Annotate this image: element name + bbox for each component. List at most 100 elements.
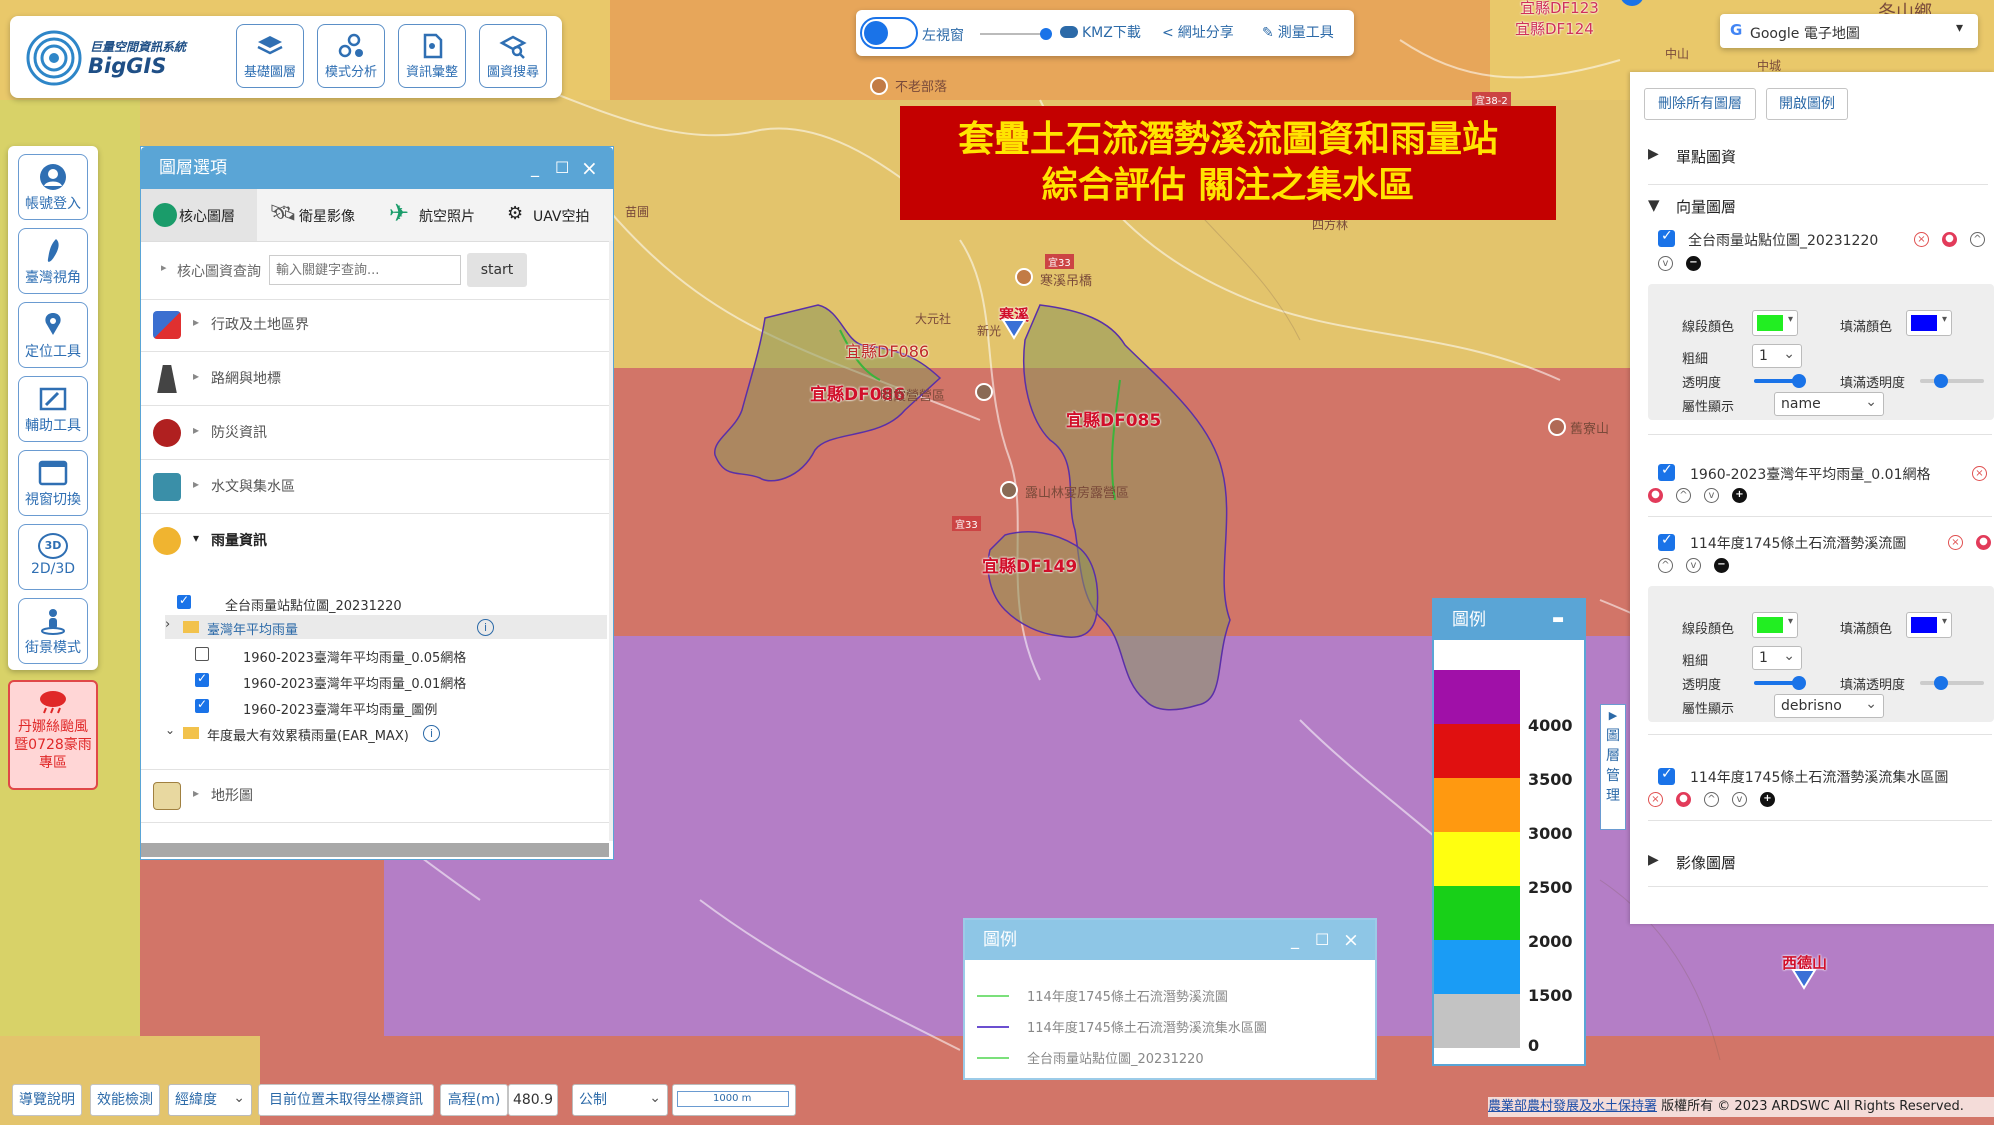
- typhoon-special-button[interactable]: 丹娜絲颱風暨0728豪雨專區: [8, 680, 98, 790]
- close-icon[interactable]: ×: [581, 147, 598, 189]
- move-up-icon[interactable]: ^: [1676, 488, 1691, 503]
- sidebar-window-switch-button[interactable]: 視窗切換: [18, 450, 88, 516]
- camp-marker-icon[interactable]: [1000, 481, 1018, 499]
- move-up-icon[interactable]: ^: [1704, 792, 1719, 807]
- collapse-settings-icon[interactable]: −: [1686, 256, 1701, 271]
- sidebar-login-button[interactable]: 帳號登入: [18, 154, 88, 220]
- layer-color-icon[interactable]: ●: [1676, 792, 1691, 807]
- opacity-slider[interactable]: [980, 28, 1052, 40]
- category-rainfall[interactable]: ▾ 雨量資訊: [141, 515, 609, 567]
- single-point-section[interactable]: ▶ 單點圖資: [1648, 144, 1988, 185]
- move-down-icon[interactable]: v: [1658, 256, 1673, 271]
- layer3-fill-opacity-slider[interactable]: [1920, 676, 1984, 690]
- layer-color-icon[interactable]: ●: [1942, 232, 1957, 247]
- measure-tool-button[interactable]: ✎ 測量工具: [1262, 22, 1334, 42]
- delete-all-layers-button[interactable]: 刪除所有圖層: [1644, 88, 1756, 120]
- basemap-select[interactable]: G Google 電子地圖 ▾: [1720, 14, 1978, 48]
- layer3-fill-color-picker[interactable]: ▾: [1906, 612, 1952, 638]
- layer1-opacity-slider[interactable]: [1754, 374, 1806, 388]
- remove-layer-icon[interactable]: ×: [1972, 466, 1987, 481]
- layer-options-header[interactable]: 圖層選項 _ ☐ ×: [141, 147, 613, 189]
- move-down-icon[interactable]: v: [1686, 558, 1701, 573]
- layer1-fill-color-picker[interactable]: ▾: [1906, 310, 1952, 336]
- performance-check-button[interactable]: 效能檢測: [90, 1084, 160, 1116]
- sidebar-streetview-button[interactable]: 街景模式: [18, 598, 88, 664]
- category-terrain[interactable]: ▸ 地形圖: [141, 769, 609, 823]
- category-hydrology[interactable]: ▸ 水文與集水區: [141, 461, 609, 514]
- kmz-download-button[interactable]: KMZ下載: [1060, 22, 1141, 42]
- folder-annual-rain-row[interactable]: › 臺灣年平均雨量 i: [165, 615, 607, 639]
- maximize-icon[interactable]: ☐: [1315, 920, 1329, 960]
- open-legend-button[interactable]: 開啟圖例: [1766, 88, 1848, 120]
- expand-settings-icon[interactable]: +: [1732, 488, 1747, 503]
- core-search-start-button[interactable]: start: [467, 253, 527, 287]
- toolbar-search-map-button[interactable]: 圖資搜尋: [479, 24, 547, 88]
- minimize-icon[interactable]: ▬: [1552, 600, 1564, 640]
- rain-legend-header[interactable]: 圖例 ▬: [1434, 600, 1584, 640]
- poi-marker-icon[interactable]: [870, 77, 888, 95]
- toolbar-report-button[interactable]: 資訊彙整: [398, 24, 466, 88]
- toolbar-base-layers-button[interactable]: 基礎圖層: [236, 24, 304, 88]
- tab-aerial-photo[interactable]: ✈ 航空照片: [381, 189, 493, 241]
- category-disaster[interactable]: ▸ 防災資訊: [141, 407, 609, 460]
- copyright-agency-link[interactable]: 農業部農村發展及水土保持署: [1488, 1099, 1657, 1114]
- layer-manager-side-tab[interactable]: ▶ 圖層管理: [1600, 704, 1626, 830]
- unit-select[interactable]: 公制: [572, 1083, 668, 1116]
- minimize-icon[interactable]: _: [531, 147, 539, 189]
- layer-color-icon[interactable]: ●: [1648, 488, 1663, 503]
- sidebar-2d3d-button[interactable]: 3D 2D/3D: [18, 524, 88, 590]
- grid005-checkbox[interactable]: [195, 647, 209, 661]
- remove-layer-icon[interactable]: ×: [1948, 535, 1963, 550]
- image-layers-section[interactable]: ▶ 影像圖層: [1648, 850, 1988, 887]
- remove-layer-icon[interactable]: ×: [1648, 792, 1663, 807]
- layer1-fill-opacity-slider[interactable]: [1920, 374, 1984, 388]
- sidebar-taiwan-view-button[interactable]: 臺灣視角: [18, 228, 88, 294]
- layer3-opacity-slider[interactable]: [1754, 676, 1806, 690]
- layer1-attr-select[interactable]: name: [1774, 391, 1884, 416]
- coordinate-type-select[interactable]: 經緯度: [168, 1083, 252, 1116]
- maximize-icon[interactable]: ☐: [555, 147, 569, 189]
- vector-layers-section[interactable]: ▼ 向量圖層: [1648, 194, 1988, 222]
- sidebar-tools-button[interactable]: 輔助工具: [18, 376, 88, 442]
- grid001-checkbox[interactable]: [195, 671, 209, 687]
- poi-marker-icon[interactable]: [1015, 268, 1033, 286]
- layer-legend-header[interactable]: 圖例 _ ☐ ×: [965, 920, 1375, 960]
- category-admin-boundary[interactable]: ▸ 行政及土地區界: [141, 299, 609, 352]
- rain-legend-checkbox[interactable]: [195, 697, 209, 713]
- layer3-checkbox[interactable]: [1658, 532, 1675, 551]
- collapse-settings-icon[interactable]: −: [1714, 558, 1729, 573]
- category-road-landmark[interactable]: ▸ 路網與地標: [141, 353, 609, 406]
- station-layer-checkbox[interactable]: [177, 593, 191, 609]
- close-icon[interactable]: ×: [1343, 920, 1359, 960]
- layer3-thickness-select[interactable]: 1: [1752, 645, 1802, 670]
- move-up-icon[interactable]: ^: [1970, 232, 1985, 247]
- tab-uav[interactable]: ⚙ UAV空拍: [499, 189, 611, 241]
- move-down-icon[interactable]: v: [1732, 792, 1747, 807]
- info-icon[interactable]: i: [423, 725, 440, 742]
- expand-settings-icon[interactable]: +: [1760, 792, 1775, 807]
- tab-satellite[interactable]: 🛰 衛星影像: [263, 189, 375, 241]
- layer2-checkbox[interactable]: [1658, 462, 1675, 481]
- mountain-marker-icon[interactable]: [1548, 418, 1566, 436]
- layer4-checkbox[interactable]: [1658, 766, 1675, 785]
- horizontal-scrollbar[interactable]: [141, 843, 609, 857]
- remove-layer-icon[interactable]: ×: [1914, 232, 1929, 247]
- guide-button[interactable]: 導覽說明: [12, 1084, 82, 1116]
- move-up-icon[interactable]: ^: [1658, 558, 1673, 573]
- info-icon[interactable]: i: [477, 619, 494, 636]
- layer1-thickness-select[interactable]: 1: [1752, 343, 1802, 368]
- move-down-icon[interactable]: v: [1704, 488, 1719, 503]
- core-search-input[interactable]: [269, 255, 461, 285]
- vertical-scrollbar[interactable]: [609, 241, 613, 841]
- toolbar-analysis-button[interactable]: 模式分析: [317, 24, 385, 88]
- layer3-attr-select[interactable]: debrisno: [1774, 693, 1884, 718]
- layer1-line-color-picker[interactable]: ▾: [1752, 310, 1798, 336]
- layer3-line-color-picker[interactable]: ▾: [1752, 612, 1798, 638]
- tab-core-layers[interactable]: 核心圖層: [141, 189, 257, 241]
- sidebar-location-button[interactable]: 定位工具: [18, 302, 88, 368]
- rain-station-icon[interactable]: [1791, 968, 1817, 990]
- left-window-toggle[interactable]: [860, 17, 918, 49]
- minimize-icon[interactable]: _: [1291, 920, 1299, 960]
- layer1-checkbox[interactable]: [1658, 228, 1675, 247]
- share-url-button[interactable]: < 網址分享: [1162, 22, 1234, 42]
